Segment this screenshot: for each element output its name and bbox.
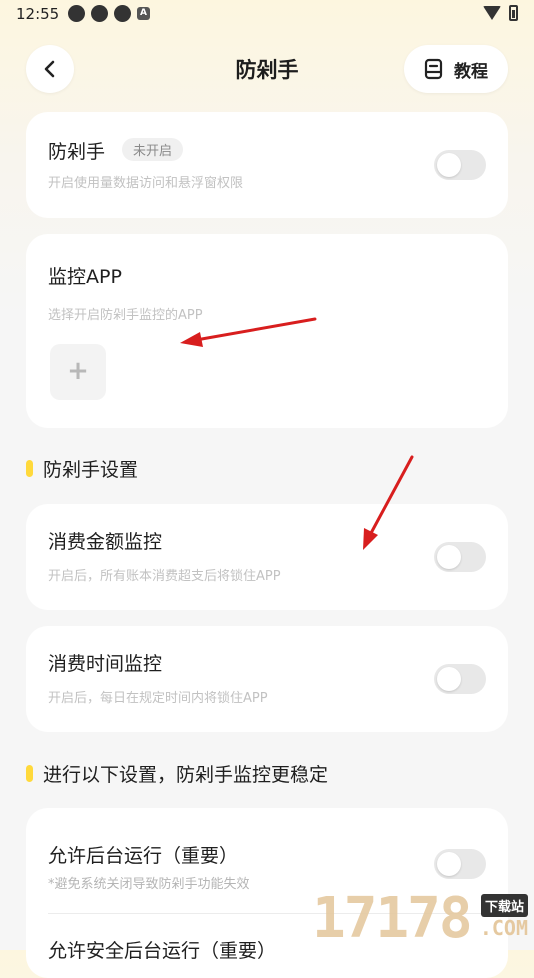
amount-monitor-title: 消费金额监控 — [48, 531, 163, 553]
tutorial-button[interactable]: 教程 — [404, 45, 508, 93]
watermark-suffix: .COM — [479, 916, 528, 940]
top-bar: 防剁手 教程 — [0, 40, 534, 100]
a-notification-icon: A — [137, 7, 150, 20]
allow-background-subtitle: *避免系统关闭导致防剁手功能失效 — [48, 877, 250, 892]
app-notification-icon — [68, 5, 85, 22]
monitor-app-title: 监控APP — [48, 266, 122, 288]
tutorial-label: 教程 — [454, 61, 488, 82]
watermark-digits: 17178 — [312, 886, 473, 951]
status-system-icons — [483, 5, 518, 21]
status-bar: 12:55 A — [0, 0, 534, 30]
app-notification-icon — [114, 5, 131, 22]
allow-background-toggle[interactable] — [434, 849, 486, 879]
anti-spend-title: 防剁手 — [48, 141, 106, 163]
section-header-settings: 防剁手设置 — [26, 455, 138, 482]
site-watermark: 17178 下载站 .COM — [312, 888, 534, 950]
monitor-app-subtitle: 选择开启防剁手监控的APP — [48, 308, 203, 323]
time-monitor-card: 消费时间监控 开启后，每日在规定时间内将锁住APP — [26, 626, 508, 732]
section-title-settings: 防剁手设置 — [43, 459, 139, 481]
section-accent-bar — [26, 765, 33, 782]
amount-monitor-toggle[interactable] — [434, 542, 486, 572]
battery-icon — [509, 5, 518, 21]
toggle-knob — [437, 153, 461, 177]
toggle-knob — [437, 667, 461, 691]
toggle-knob — [437, 852, 461, 876]
allow-background-title: 允许后台运行（重要） — [48, 845, 239, 867]
watermark-badge: 下载站 — [480, 894, 528, 917]
amount-monitor-card: 消费金额监控 开启后，所有账本消费超支后将锁住APP — [26, 504, 508, 610]
section-header-stability: 进行以下设置，防剁手监控更稳定 — [26, 760, 328, 787]
amount-monitor-subtitle: 开启后，所有账本消费超支后将锁住APP — [48, 569, 281, 584]
anti-spend-main-card: 防剁手 未开启 开启使用量数据访问和悬浮窗权限 — [26, 112, 508, 218]
book-icon — [424, 58, 443, 80]
section-accent-bar — [26, 460, 33, 477]
time-monitor-title: 消费时间监控 — [48, 653, 163, 675]
wifi-icon — [483, 6, 501, 20]
time-monitor-toggle[interactable] — [434, 664, 486, 694]
anti-spend-subtitle: 开启使用量数据访问和悬浮窗权限 — [48, 176, 244, 191]
anti-spend-toggle[interactable] — [434, 150, 486, 180]
section-title-stability: 进行以下设置，防剁手监控更稳定 — [43, 764, 329, 786]
status-badge: 未开启 — [122, 138, 184, 161]
status-notification-icons: A — [68, 5, 150, 22]
time-monitor-subtitle: 开启后，每日在规定时间内将锁住APP — [48, 691, 268, 706]
monitor-app-card: 监控APP 选择开启防剁手监控的APP + — [26, 234, 508, 428]
add-app-button[interactable]: + — [50, 344, 106, 400]
status-time: 12:55 — [16, 5, 60, 23]
toggle-knob — [437, 545, 461, 569]
app-notification-icon — [91, 5, 108, 22]
